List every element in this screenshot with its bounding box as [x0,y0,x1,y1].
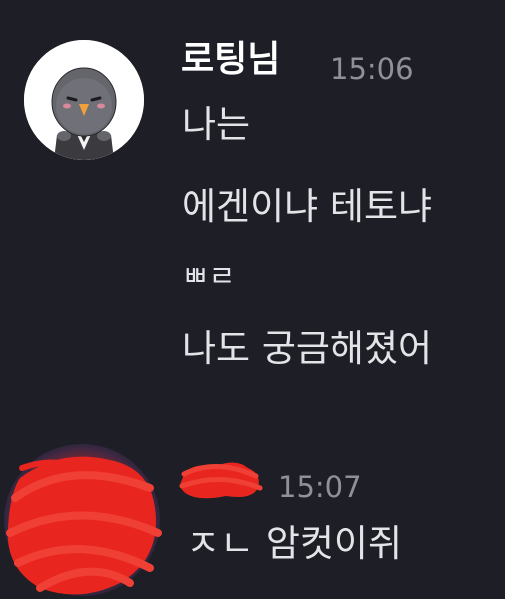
sender-name[interactable]: 로팅님 [181,42,280,78]
pigeon-avatar-icon[interactable] [24,40,144,160]
message-text: ㅈㄴ 암컷이쥐 [186,522,403,565]
avatar-illustration [24,40,144,160]
message-text: ㅃㄹ [182,259,236,293]
message-text: 나는 [182,103,251,146]
message-text: 나도 궁금해졌어 [182,327,433,370]
chat-view: 로팅님 15:06 나는 에겐이냐 테토냐 ㅃㄹ 나도 궁금해졌어 15:07 … [0,0,505,599]
redacted-username-scribble [176,452,266,504]
message-timestamp: 15:06 [330,52,414,86]
message-timestamp: 15:07 [278,470,362,504]
message-text: 에겐이냐 테토냐 [182,185,433,228]
redacted-avatar-scribble [0,438,165,598]
